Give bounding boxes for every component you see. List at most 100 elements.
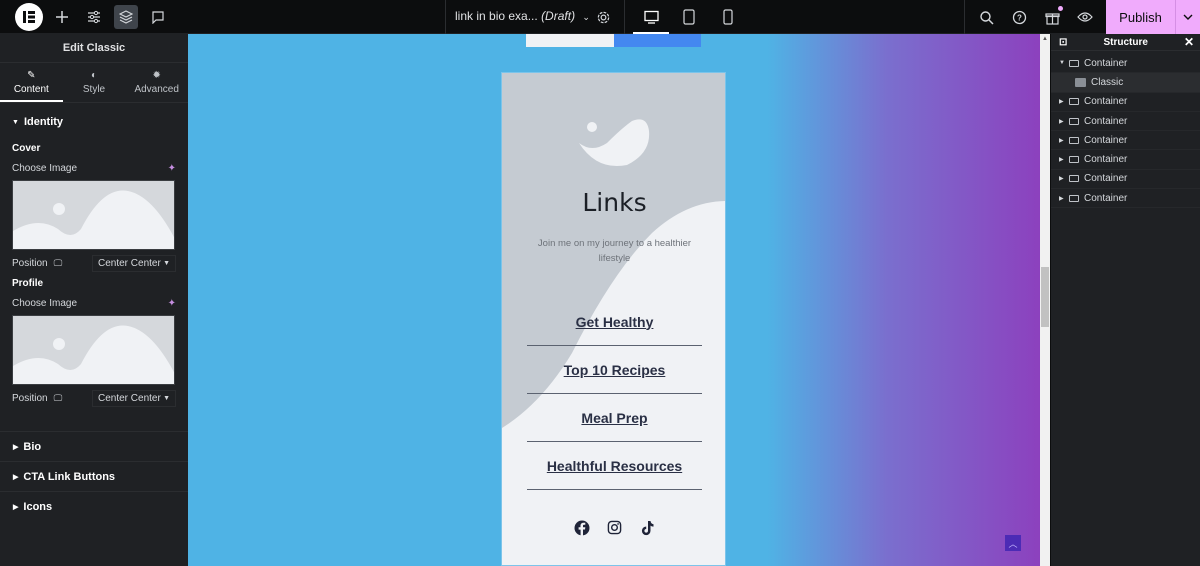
section-bio-toggle[interactable]: ▶ Bio [0, 431, 188, 461]
device-mobile-button[interactable] [716, 5, 740, 29]
select-value: Center Center [98, 257, 161, 269]
responsive-desktop-icon[interactable]: 🖵 [54, 258, 63, 269]
mobile-icon [723, 9, 733, 25]
structure-item-container[interactable]: ▶ Container [1051, 131, 1200, 151]
scrollbar-thumb[interactable] [1041, 267, 1049, 327]
scroll-to-top-button[interactable]: ︿ [1005, 535, 1021, 551]
gear-icon [597, 11, 609, 23]
eye-icon [1077, 12, 1093, 22]
structure-button[interactable] [114, 5, 138, 29]
document-title-dropdown[interactable]: link in bio exa... (Draft) ⌄ [455, 9, 590, 23]
caret-right-icon[interactable]: ▶ [1059, 156, 1069, 163]
previous-section-button-light[interactable] [526, 34, 614, 47]
cta-link-get-healthy[interactable]: Get Healthy [527, 298, 702, 346]
half-circle-icon: ◐ [90, 70, 98, 81]
caret-right-icon[interactable]: ▶ [1059, 98, 1069, 105]
caret-down-icon: ▼ [12, 118, 19, 126]
device-tablet-button[interactable] [677, 5, 701, 29]
position-label: Position [12, 392, 48, 404]
divider [445, 0, 446, 34]
profile-image-picker[interactable] [12, 315, 175, 385]
section-title: Bio [23, 440, 42, 453]
cover-image-picker[interactable] [12, 180, 175, 250]
caret-down-icon[interactable]: ▼ [1059, 60, 1069, 66]
container-icon [1069, 175, 1079, 183]
elementor-logo-icon [23, 11, 35, 23]
tablet-icon [683, 9, 695, 25]
document-title: link in bio exa... [455, 9, 538, 23]
structure-item-container[interactable]: ▼ Container [1051, 54, 1200, 74]
container-icon [1069, 117, 1079, 125]
cover-position-select[interactable]: Center Center ▼ [92, 254, 176, 272]
help-button[interactable]: ? [1007, 5, 1031, 29]
select-value: Center Center [98, 392, 161, 404]
profile-position-select[interactable]: Center Center ▼ [92, 389, 176, 407]
container-icon [1069, 156, 1079, 164]
link-in-bio-card[interactable]: Links Join me on my journey to a healthi… [501, 72, 726, 566]
structure-item-container[interactable]: ▶ Container [1051, 189, 1200, 209]
elementor-logo-button[interactable] [15, 3, 43, 31]
choose-image-label: Choose Image [12, 162, 78, 174]
scroll-up-arrow-icon[interactable]: ▲ [1042, 36, 1048, 42]
caret-right-icon: ▶ [13, 503, 19, 511]
caret-right-icon[interactable]: ▶ [1059, 195, 1069, 202]
structure-item-classic[interactable]: Classic [1051, 73, 1200, 93]
structure-item-container[interactable]: ▶ Container [1051, 170, 1200, 190]
container-icon [1069, 194, 1079, 202]
page-settings-button[interactable] [591, 5, 615, 29]
previous-section-button-blue[interactable] [614, 34, 701, 47]
publish-button[interactable]: Publish [1106, 0, 1175, 34]
chevron-up-icon: ︿ [1008, 538, 1018, 549]
section-title: Identity [23, 116, 64, 128]
publish-options-button[interactable] [1175, 0, 1200, 34]
structure-item-container[interactable]: ▶ Container [1051, 150, 1200, 170]
structure-panel: ⊡ Structure ✕ ▼ Container Classic ▶ Cont… [1050, 34, 1200, 566]
section-cta-link-buttons-toggle[interactable]: ▶ CTA Link Buttons [0, 461, 188, 491]
container-icon [1069, 98, 1079, 106]
device-desktop-button[interactable] [639, 5, 663, 29]
cta-link-healthful-resources[interactable]: Healthful Resources [527, 442, 702, 490]
container-icon [1069, 136, 1079, 144]
canvas-scrollbar[interactable]: ▲ [1040, 34, 1050, 566]
cta-link-top-10-recipes[interactable]: Top 10 Recipes [527, 346, 702, 394]
section-title: Icons [23, 500, 53, 513]
structure-item-container[interactable]: ▶ Container [1051, 93, 1200, 112]
svg-text:?: ? [1017, 13, 1022, 22]
section-identity-toggle[interactable]: ▼ Identity [0, 107, 188, 137]
image-placeholder-icon [13, 190, 174, 249]
tab-advanced[interactable]: ✹ Advanced [125, 63, 188, 102]
facebook-icon[interactable] [573, 519, 590, 536]
divider [624, 0, 625, 34]
plus-icon [56, 11, 68, 23]
add-element-button[interactable] [50, 5, 74, 29]
section-title: CTA Link Buttons [23, 470, 116, 483]
panel-title: Edit Classic [0, 34, 188, 63]
structure-item-container[interactable]: ▶ Container [1051, 112, 1200, 132]
structure-title: Structure [1103, 36, 1148, 48]
tab-content[interactable]: ✎ Content [0, 63, 63, 102]
ai-sparkle-icon[interactable]: ✦ [168, 298, 176, 309]
ai-sparkle-icon[interactable]: ✦ [168, 163, 176, 174]
gear-icon: ✹ [152, 70, 161, 81]
caret-right-icon[interactable]: ▶ [1059, 118, 1069, 125]
notification-dot [1058, 6, 1063, 11]
responsive-desktop-icon[interactable]: 🖵 [54, 393, 63, 404]
container-icon [1069, 59, 1079, 67]
cta-link-meal-prep[interactable]: Meal Prep [527, 394, 702, 442]
notes-button[interactable] [146, 5, 170, 29]
tiktok-icon[interactable] [639, 519, 656, 536]
widget-icon [1075, 77, 1086, 87]
section-icons-toggle[interactable]: ▶ Icons [0, 491, 188, 521]
item-label: Container [1084, 134, 1128, 146]
top-bar: link in bio exa... (Draft) ⌄ ? Publish [0, 0, 1200, 34]
caret-right-icon[interactable]: ▶ [1059, 175, 1069, 182]
close-icon[interactable]: ✕ [1184, 35, 1194, 49]
caret-right-icon[interactable]: ▶ [1059, 137, 1069, 144]
document-status: (Draft) [541, 9, 576, 23]
structure-toggle-icon[interactable]: ⊡ [1059, 37, 1067, 48]
site-settings-button[interactable] [82, 5, 106, 29]
search-button[interactable] [974, 5, 998, 29]
preview-button[interactable] [1073, 5, 1097, 29]
tab-style[interactable]: ◐ Style [63, 63, 126, 102]
instagram-icon[interactable] [606, 519, 623, 536]
